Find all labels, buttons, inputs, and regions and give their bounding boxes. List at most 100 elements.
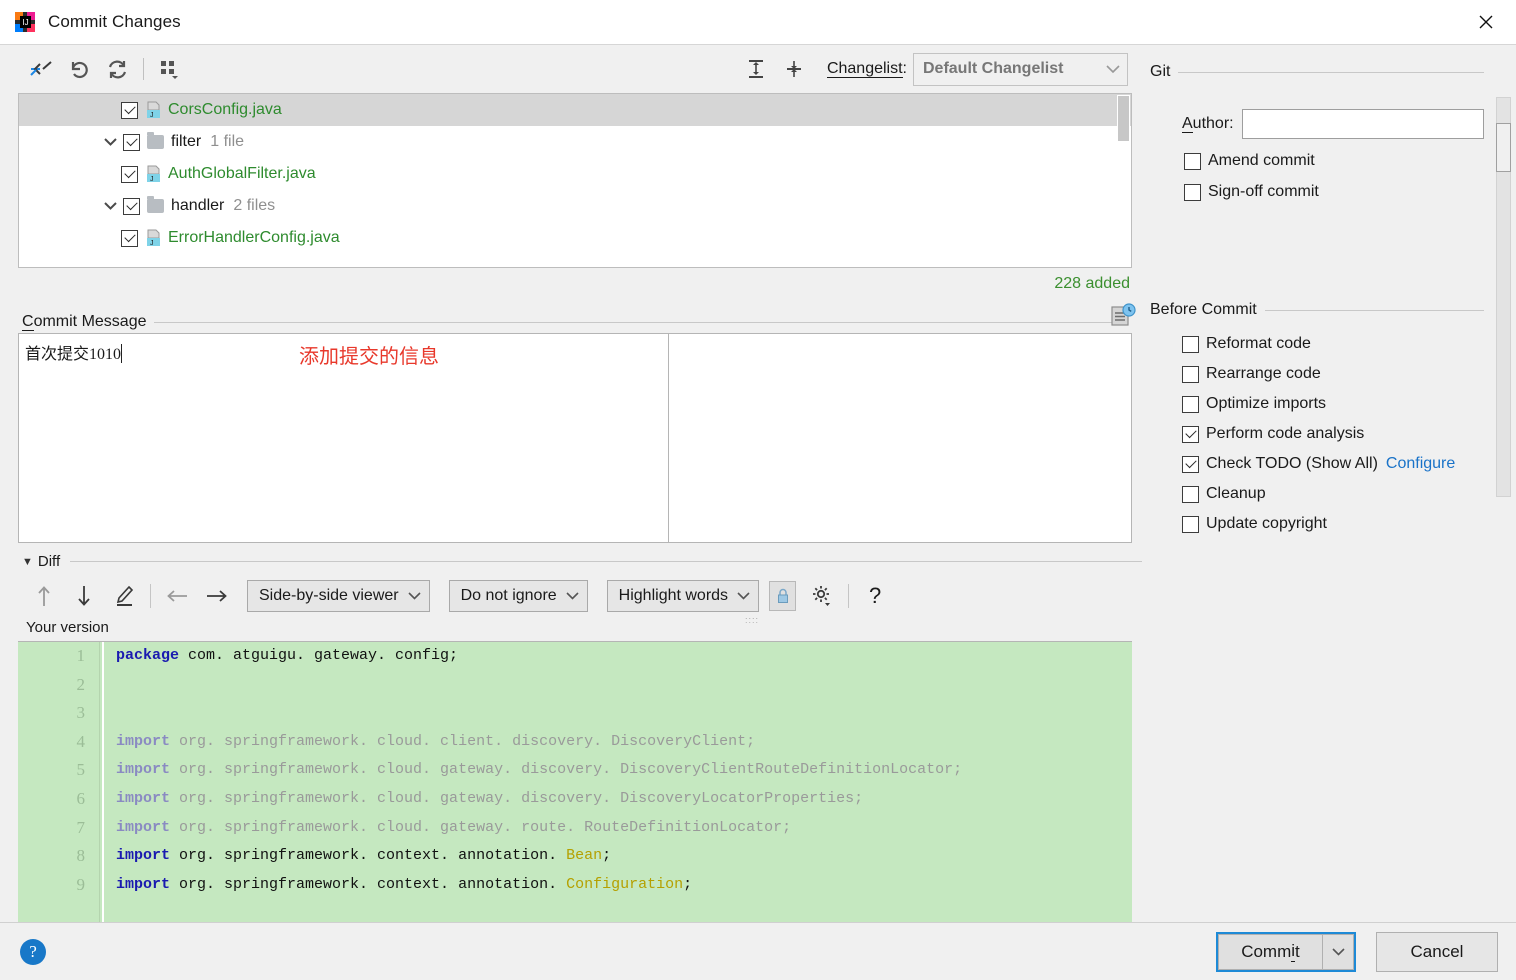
configure-link[interactable]: Configure [1386,455,1455,473]
triangle-down-icon[interactable]: ▼ [22,556,33,568]
checkbox-label: Amend commit [1208,152,1315,169]
svg-text:J: J [150,240,154,247]
expand-all-icon[interactable] [737,54,775,84]
commit-message-input[interactable]: 首次提交1010 [25,340,123,364]
ignore-mode-dropdown[interactable]: Do not ignore [448,580,588,612]
changed-files-tree[interactable]: J CorsConfig.java filter 1 file J AuthGl… [18,93,1132,268]
folder-name: filter [171,133,202,150]
pencil-icon[interactable] [104,579,144,613]
commit-message-secondary-pane[interactable] [669,334,1131,542]
diff-toolbar: Side-by-side viewer Do not ignore Highli… [24,579,895,613]
folder-file-count: 1 file [210,133,245,150]
group-by-icon[interactable] [151,54,189,84]
java-file-icon: J [145,165,162,183]
dialog-body: Changelist: Default Changelist J CorsCon… [0,45,1516,922]
refresh-icon[interactable] [98,54,136,84]
amend-commit-checkbox[interactable]: Amend commit [1150,152,1484,170]
commit-message-area[interactable]: 首次提交1010 添加提交的信息 [18,333,1132,543]
highlight-mode-value: Highlight words [618,587,729,604]
checkbox-box[interactable] [1182,335,1199,353]
author-field[interactable] [1241,109,1484,139]
before-commit-checkbox-list: Reformat code Rearrange code Optimize im… [1150,335,1484,533]
commit-button-group[interactable]: Comm i t [1216,931,1356,972]
checkbox-label: Rearrange code [1206,365,1321,382]
before-commit-section: Before Commit Reformat code Rearrange co… [1150,291,1484,533]
folder-checkbox[interactable] [123,133,140,151]
added-lines-count: 228 added [1054,275,1130,292]
viewer-mode-dropdown[interactable]: Side-by-side viewer [247,580,430,612]
checkbox-box[interactable] [1182,485,1199,503]
close-icon[interactable] [1456,0,1516,44]
rollback-icon[interactable] [60,54,98,84]
gear-icon[interactable] [802,579,842,613]
checkbox-box[interactable] [1182,365,1199,383]
line-number: 5 [76,760,86,780]
check-todo-checkbox[interactable]: Check TODO (Show All) Configure [1150,455,1484,473]
collapse-all-icon[interactable] [775,54,813,84]
tree-scrollbar[interactable] [1117,95,1130,266]
commit-message-legend: Commit Message [22,313,1117,331]
changelist-dropdown[interactable]: Default Changelist [913,52,1128,86]
perform-code-analysis-checkbox[interactable]: Perform code analysis [1150,425,1484,443]
cleanup-checkbox[interactable]: Cleanup [1150,485,1484,503]
tree-row[interactable]: J ErrorHandlerConfig.java [19,222,1131,254]
file-checkbox[interactable] [121,101,138,119]
before-commit-title: Before Commit [1150,301,1257,318]
commit-dropdown-arrow[interactable] [1322,933,1354,970]
commit-message-input-pane[interactable]: 首次提交1010 添加提交的信息 [19,334,669,542]
file-name: CorsConfig.java [168,101,282,118]
checkbox-box[interactable] [1184,152,1201,170]
left-column: Changelist: Default Changelist J CorsCon… [0,45,1492,922]
arrow-left-icon[interactable] [157,579,197,613]
tree-row[interactable]: filter 1 file [19,126,1131,158]
file-checkbox[interactable] [121,229,138,247]
checkbox-box[interactable] [1182,515,1199,533]
tree-row[interactable]: handler 2 files [19,190,1131,222]
checkbox-box[interactable] [1182,455,1199,473]
tree-row[interactable]: J CorsConfig.java [19,94,1131,126]
tree-scrollbar-thumb[interactable] [1118,96,1129,141]
update-copyright-checkbox[interactable]: Update copyright [1150,515,1484,533]
cancel-button[interactable]: Cancel [1376,931,1498,972]
checkbox-box[interactable] [1182,395,1199,413]
checkbox-label: Check TODO (Show All) [1206,455,1378,472]
question-mark-icon[interactable]: ? [855,579,895,613]
rearrange-code-checkbox[interactable]: Rearrange code [1150,365,1484,383]
reformat-code-checkbox[interactable]: Reformat code [1150,335,1484,353]
chevron-down-icon[interactable] [97,202,123,210]
code-line: import org. springframework. context. an… [116,875,693,893]
collapse-selection-icon[interactable] [22,54,60,84]
lock-icon[interactable] [769,581,797,611]
commit-button[interactable]: Comm i t [1218,933,1322,970]
dialog-footer: ? Comm i t Cancel [0,922,1516,980]
checkbox-label: Update copyright [1206,515,1327,532]
checkbox-label: Reformat code [1206,335,1311,352]
git-section: Git Author: Amend commit Sign-off commit [1150,53,1484,201]
chevron-down-icon[interactable] [97,138,123,146]
arrow-up-icon[interactable] [24,579,64,613]
diff-code-content[interactable]: package com. atguigu. gateway. config; i… [102,642,1132,922]
ignore-mode-value: Do not ignore [460,587,557,604]
file-checkbox[interactable] [121,165,138,183]
diff-splitter-handle[interactable]: :::: [745,615,759,625]
chevron-down-icon [566,592,579,600]
checkbox-box[interactable] [1182,425,1199,443]
sign-off-commit-checkbox[interactable]: Sign-off commit [1150,183,1484,201]
text-caret [121,344,123,363]
folder-checkbox[interactable] [123,197,140,215]
checkbox-label: Optimize imports [1206,395,1327,412]
diff-viewer[interactable]: 1 2 3 4 5 6 7 8 9 package com. atguigu. … [18,641,1132,922]
commit-message-history-icon[interactable] [1110,303,1136,329]
diff-left-pane[interactable]: 1 2 3 4 5 6 7 8 9 package com. atguigu. … [18,642,1132,922]
tree-row[interactable]: J AuthGlobalFilter.java [19,158,1131,190]
options-scrollbar-thumb[interactable] [1496,123,1511,172]
optimize-imports-checkbox[interactable]: Optimize imports [1150,395,1484,413]
checkbox-box[interactable] [1184,183,1201,201]
arrow-right-icon[interactable] [197,579,237,613]
folder-file-count: 2 files [233,197,276,214]
highlight-mode-dropdown[interactable]: Highlight words [606,580,760,612]
arrow-down-icon[interactable] [64,579,104,613]
changelist-label: Changelist: [826,60,907,78]
help-icon[interactable]: ? [20,938,46,965]
